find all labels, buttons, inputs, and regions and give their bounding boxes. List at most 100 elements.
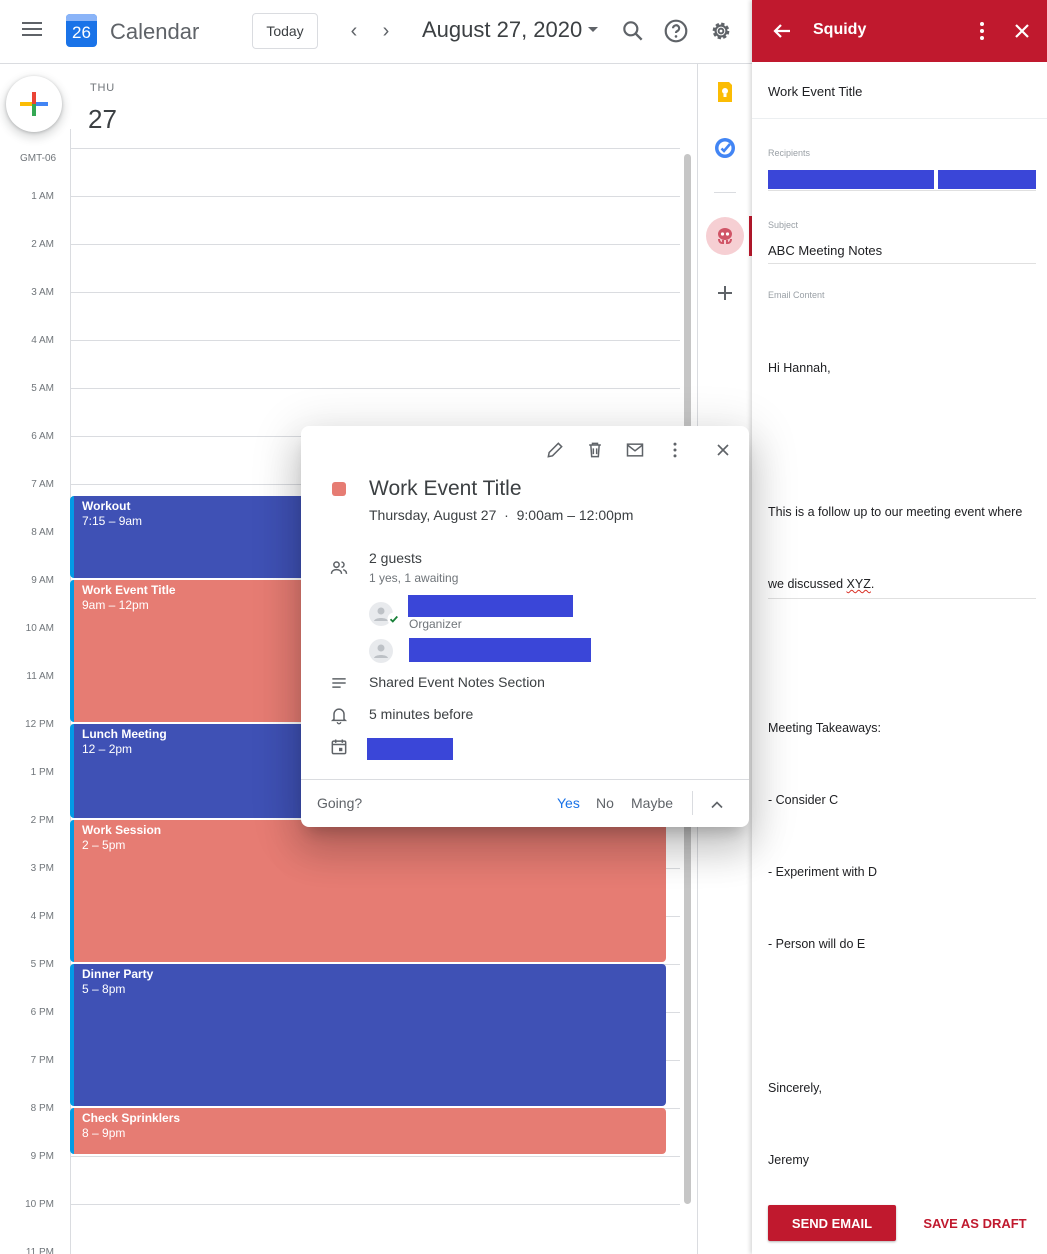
rsvp-maybe-button[interactable]: Maybe: [631, 795, 673, 811]
hour-label: 10 PM: [25, 1199, 54, 1210]
delete-trash-icon[interactable]: [585, 440, 605, 460]
weekday-label: THU: [90, 82, 116, 94]
event-block[interactable]: Dinner Party 5 – 8pm: [70, 964, 666, 1106]
event-block[interactable]: Work Session 2 – 5pm: [70, 820, 666, 962]
event-datetime: Thursday, August 27 · 9:00am – 12:00pm: [369, 507, 634, 523]
recipient-chip-redacted[interactable]: [768, 170, 934, 189]
more-options-icon[interactable]: [665, 440, 685, 460]
rsvp-yes-button[interactable]: Yes: [557, 795, 580, 811]
event-block-title: Dinner Party: [82, 967, 154, 981]
hour-gridline: [70, 340, 680, 341]
search-icon[interactable]: [620, 18, 646, 44]
previous-day-button[interactable]: ‹: [344, 20, 364, 42]
takeaways-heading: Meeting Takeaways:: [768, 721, 882, 735]
create-event-button[interactable]: [6, 76, 62, 132]
subject-label: Subject: [768, 220, 799, 230]
back-arrow-icon[interactable]: [770, 19, 794, 43]
plus-icon: [20, 92, 48, 116]
event-block[interactable]: Check Sprinklers 8 – 9pm: [70, 1108, 666, 1154]
going-label: Going?: [317, 795, 363, 811]
chevron-up-icon[interactable]: [707, 795, 727, 815]
email-envelope-icon[interactable]: [625, 440, 645, 460]
organizer-label: Organizer: [409, 617, 462, 631]
hour-label: 11 AM: [26, 671, 54, 682]
next-day-button[interactable]: ›: [376, 20, 396, 42]
event-reminder: 5 minutes before: [369, 706, 474, 722]
timezone-label: GMT-06: [20, 153, 57, 164]
hour-label: 3 PM: [30, 863, 54, 874]
hour-label: 10 AM: [25, 623, 54, 634]
menu-icon[interactable]: [22, 22, 44, 40]
hour-label: 2 AM: [31, 239, 54, 250]
takeaway-item: - Person will do E: [768, 937, 866, 951]
save-as-draft-button[interactable]: SAVE AS DRAFT: [912, 1205, 1038, 1241]
tasks-icon[interactable]: [713, 136, 737, 160]
subject-input[interactable]: ABC Meeting Notes: [768, 243, 1036, 258]
day-number[interactable]: 27: [88, 104, 117, 135]
bell-icon: [330, 708, 348, 725]
hour-label: 4 AM: [31, 335, 54, 346]
panel-header: Squidy: [752, 0, 1047, 62]
email-greeting: Hi Hannah,: [768, 361, 831, 375]
date-title[interactable]: August 27, 2020: [422, 17, 582, 43]
guest-name-redacted: [409, 638, 591, 662]
email-content-textarea[interactable]: Hi Hannah, This is a follow up to our me…: [768, 308, 1040, 1220]
hour-label: 8 AM: [31, 527, 54, 538]
recipients-underline: [768, 190, 1036, 191]
guests-status: 1 yes, 1 awaiting: [369, 571, 459, 585]
popup-divider: [301, 779, 749, 780]
hour-label: 7 PM: [30, 1055, 54, 1066]
event-title: Work Event Title: [369, 477, 522, 500]
email-line: we discussed XYZ.: [768, 577, 875, 591]
chevron-down-icon[interactable]: [588, 27, 598, 32]
top-app-bar: 26 Calendar Today ‹ › August 27, 2020: [0, 0, 752, 64]
squidy-panel: Squidy Work Event Title Recipients Subje…: [752, 0, 1047, 1254]
email-signature: Jeremy: [768, 1153, 809, 1167]
event-block-time: 8 – 9pm: [82, 1126, 126, 1140]
add-addon-icon[interactable]: [713, 281, 737, 305]
hour-label: 5 AM: [31, 383, 54, 394]
misspelled-word: XYZ: [846, 577, 871, 591]
event-block-title: Check Sprinklers: [82, 1111, 181, 1125]
hour-label: 11 PM: [25, 1247, 54, 1254]
hour-label: 3 AM: [31, 287, 54, 298]
hour-gridline: [70, 148, 680, 149]
rsvp-separator: [692, 791, 693, 815]
organizer-name-redacted: [408, 595, 573, 617]
strip-divider: [714, 192, 736, 193]
calendar-logo-day: 26: [72, 23, 91, 42]
today-button[interactable]: Today: [252, 13, 318, 49]
close-icon[interactable]: [713, 440, 733, 460]
close-icon[interactable]: [1010, 19, 1034, 43]
hour-label: 2 PM: [30, 815, 54, 826]
hour-label: 9 AM: [31, 575, 54, 586]
squid-icon: [718, 228, 732, 244]
guests-icon: [330, 561, 348, 574]
event-details-popup: Work Event Title Thursday, August 27 · 9…: [301, 426, 749, 827]
hour-gridline: [70, 196, 680, 197]
edit-pencil-icon[interactable]: [545, 440, 565, 460]
settings-icon[interactable]: [708, 18, 734, 44]
calendar-icon: [331, 739, 347, 755]
squidy-addon-icon[interactable]: [706, 217, 744, 255]
subject-underline: [768, 263, 1036, 264]
panel-divider: [752, 118, 1047, 119]
send-email-button[interactable]: SEND EMAIL: [768, 1205, 896, 1241]
hour-label: 5 PM: [30, 959, 54, 970]
person-icon: [374, 644, 388, 658]
rsvp-no-button[interactable]: No: [596, 795, 614, 811]
email-line: This is a follow up to our meeting event…: [768, 505, 1023, 519]
hour-label: 6 PM: [30, 1007, 54, 1018]
hour-label: 8 PM: [30, 1103, 54, 1114]
recipient-chip-redacted[interactable]: [938, 170, 1036, 189]
guests-count[interactable]: 2 guests: [369, 550, 422, 566]
keep-icon[interactable]: [713, 80, 737, 104]
hour-gridline: [70, 292, 680, 293]
help-icon[interactable]: [663, 18, 689, 44]
panel-title: Squidy: [813, 21, 867, 38]
hour-label: 4 PM: [30, 911, 54, 922]
event-color-swatch: [332, 482, 346, 496]
calendar-logo-icon: 26: [66, 14, 97, 47]
takeaway-item: - Experiment with D: [768, 865, 878, 879]
more-vert-icon[interactable]: [970, 19, 994, 43]
